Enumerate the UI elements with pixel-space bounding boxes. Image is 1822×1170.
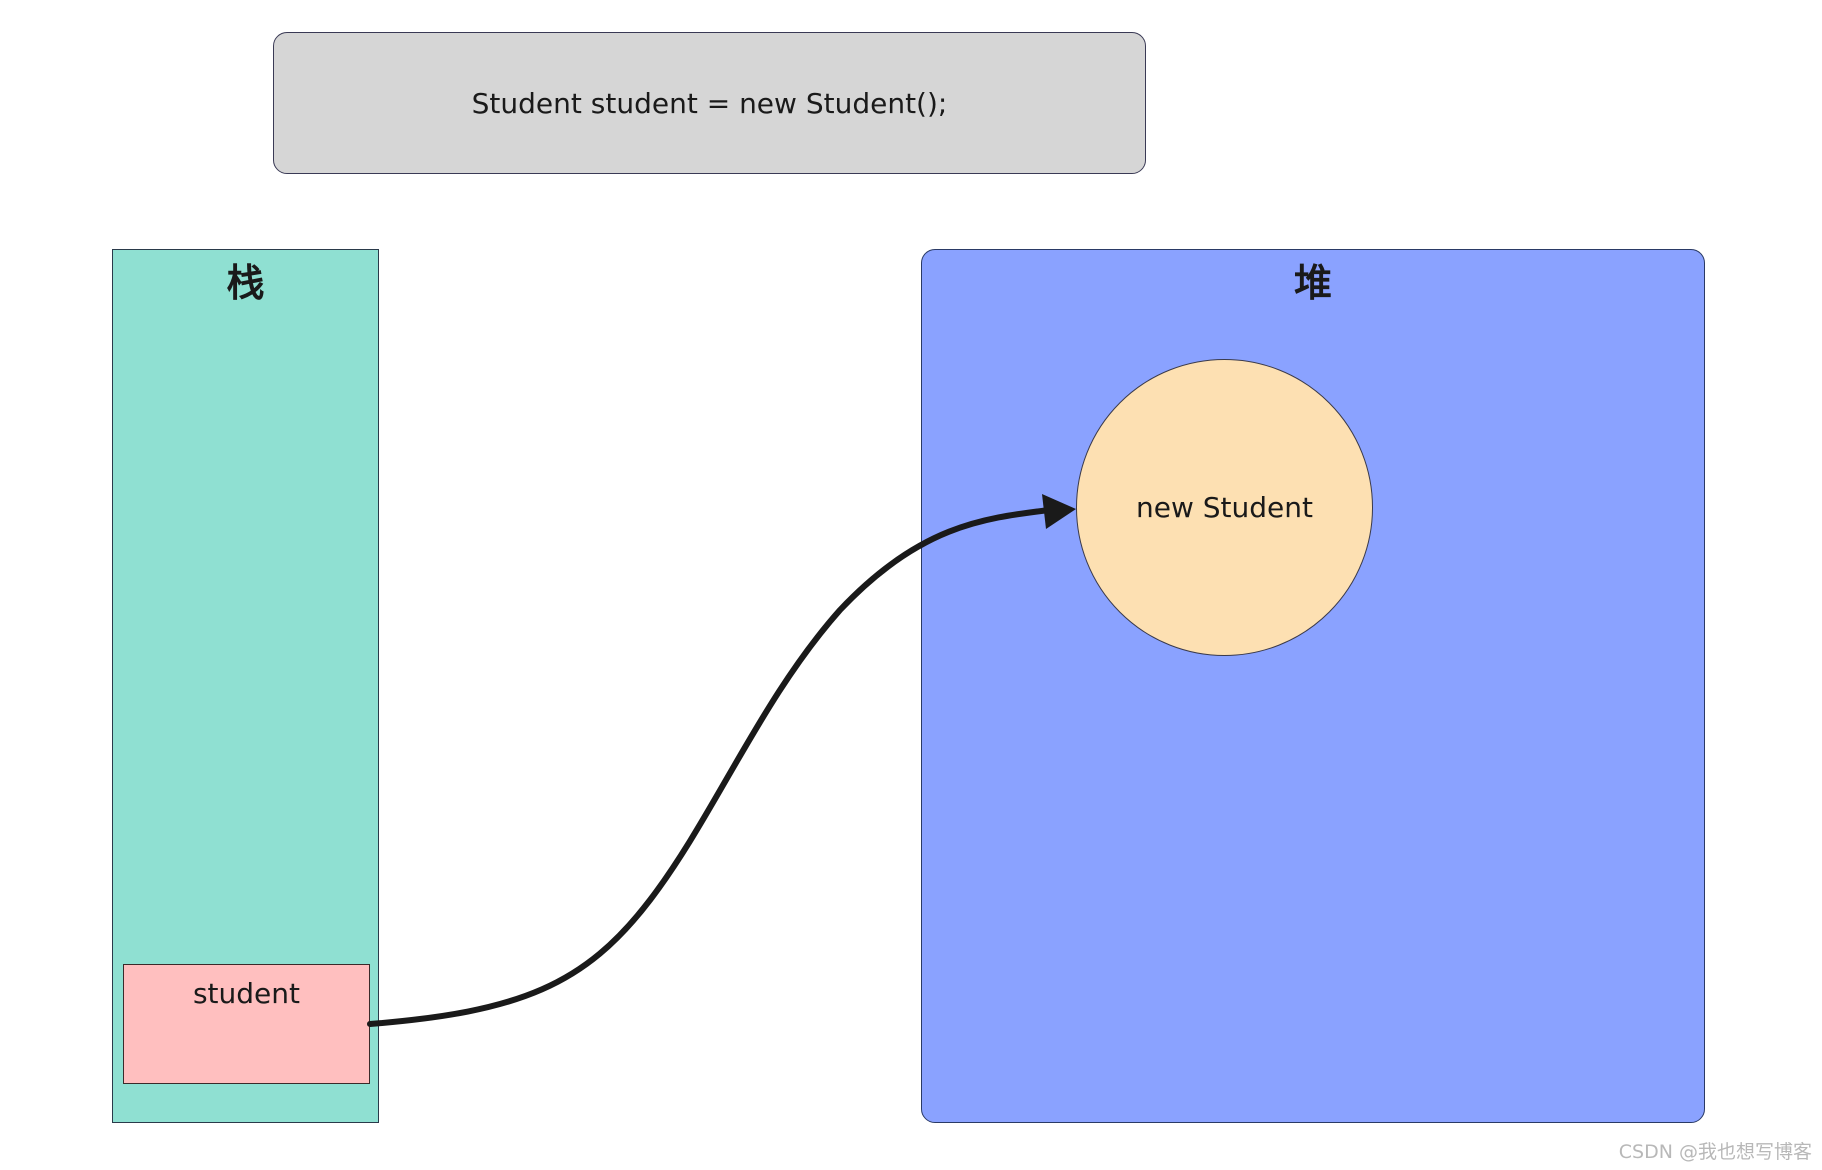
- heap-object-label: new Student: [1136, 491, 1313, 524]
- code-statement: Student student = new Student();: [471, 86, 948, 120]
- heap-title: 堆: [1293, 261, 1332, 305]
- heap-panel: 堆: [921, 249, 1705, 1123]
- code-statement-box: Student student = new Student();: [273, 32, 1146, 174]
- stack-variable-label: student: [192, 977, 301, 1010]
- stack-title: 栈: [226, 261, 265, 305]
- stack-variable-box: student: [123, 964, 370, 1084]
- heap-object-circle: new Student: [1076, 359, 1373, 656]
- watermark: CSDN @我也想写博客: [1618, 1141, 1812, 1163]
